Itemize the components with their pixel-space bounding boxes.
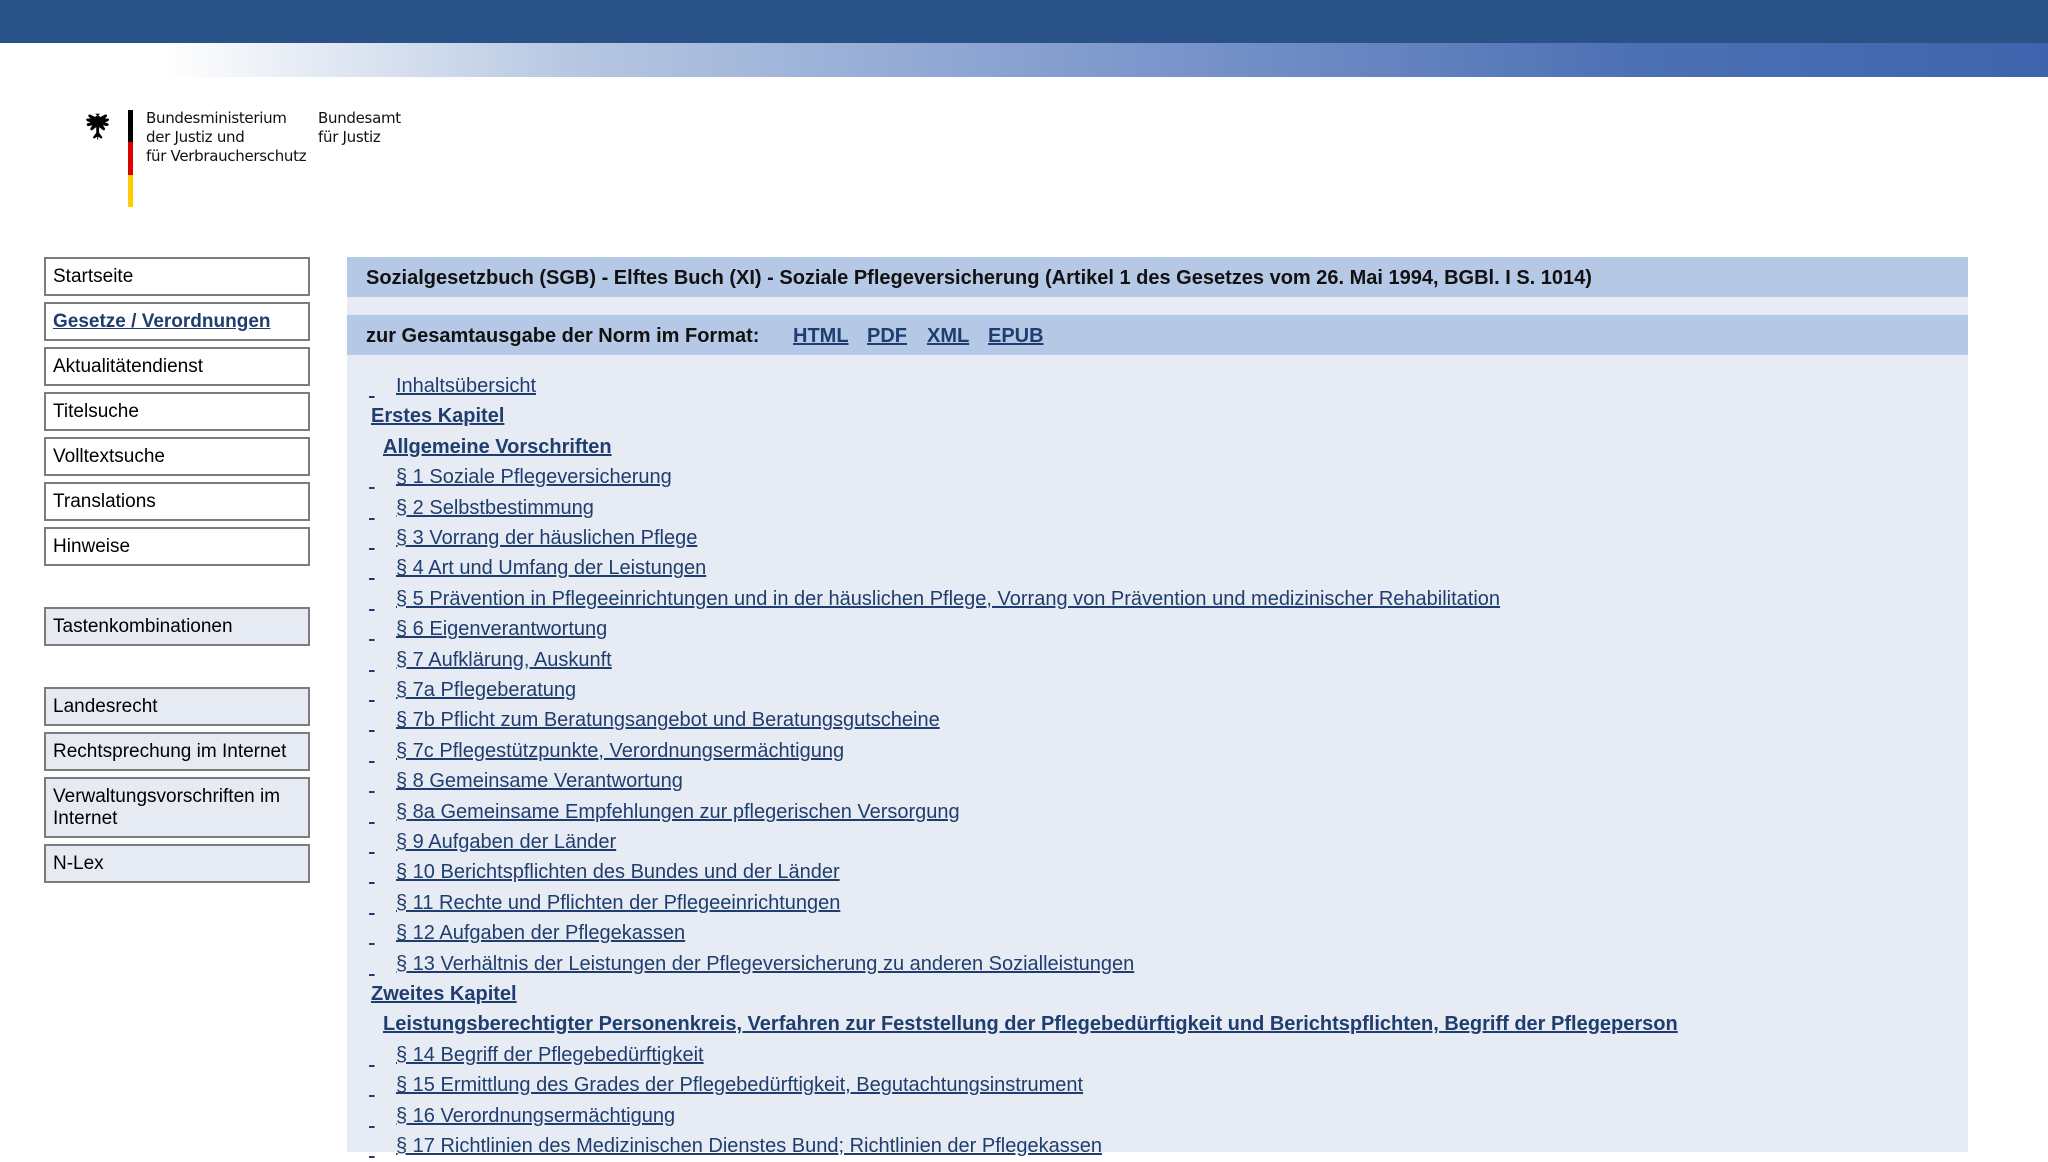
nav-item-landesrecht[interactable]: Landesrecht: [44, 687, 310, 726]
toc-item-link[interactable]: § 15 Ermittlung des Grades der Pflegebed…: [396, 1072, 1083, 1098]
toc-item-marker: [369, 1106, 375, 1132]
toc-item-marker: [369, 1136, 375, 1162]
ministry-line-3: für Verbraucherschutz: [146, 147, 307, 165]
toc-item-link[interactable]: § 2 Selbstbestimmung: [396, 495, 594, 521]
format-link-html[interactable]: HTML: [793, 325, 849, 348]
nav-item-n-lex[interactable]: N-Lex: [44, 844, 310, 883]
nav-item-volltextsuche[interactable]: Volltextsuche: [44, 437, 310, 476]
toc-item-link[interactable]: § 3 Vorrang der häuslichen Pflege: [396, 525, 697, 551]
toc-item-link[interactable]: § 8 Gemeinsame Verantwortung: [396, 768, 683, 794]
toc-item-marker: [369, 376, 375, 402]
toc-item-marker: [369, 589, 375, 615]
toc-item-marker: [369, 771, 375, 797]
toc-item-link[interactable]: § 4 Art und Umfang der Leistungen: [396, 555, 706, 581]
main-content: Sozialgesetzbuch (SGB) - Elftes Buch (XI…: [347, 257, 1968, 1157]
toc-item-marker: [369, 1045, 375, 1071]
toc-item-link[interactable]: § 16 Verordnungsermächtigung: [396, 1103, 675, 1129]
page-title: Sozialgesetzbuch (SGB) - Elftes Buch (XI…: [366, 267, 1592, 289]
toc-item-link[interactable]: § 14 Begriff der Pflegebedürftigkeit: [396, 1042, 704, 1068]
toc-item-marker: [369, 893, 375, 919]
toc-item-link[interactable]: § 8a Gemeinsame Empfehlungen zur pfleger…: [396, 799, 960, 825]
toc-item-link[interactable]: § 1 Soziale Pflegeversicherung: [396, 464, 672, 490]
toc-item-marker: [369, 802, 375, 828]
nav-item-hinweise[interactable]: Hinweise: [44, 527, 310, 566]
toc-chapter-link[interactable]: Erstes Kapitel: [371, 403, 504, 429]
toc-item-link[interactable]: § 11 Rechte und Pflichten der Pflegeeinr…: [396, 890, 840, 916]
nav-item-aktualitaetendienst[interactable]: Aktualitätendienst: [44, 347, 310, 386]
nav-item-verwaltungsvorschriften[interactable]: Verwaltungsvorschriften im Internet: [44, 777, 310, 838]
format-label: zur Gesamtausgabe der Norm im Format:: [366, 325, 760, 347]
nav-item-titelsuche[interactable]: Titelsuche: [44, 392, 310, 431]
federal-eagle-icon: [86, 113, 110, 140]
toc-item-marker: [369, 710, 375, 736]
toc-item-link[interactable]: § 7 Aufklärung, Auskunft: [396, 647, 612, 673]
toc-item-link[interactable]: § 7a Pflegeberatung: [396, 677, 576, 703]
toc-section-link[interactable]: Allgemeine Vorschriften: [383, 434, 612, 460]
toc-item-marker: [369, 741, 375, 767]
format-bar: zur Gesamtausgabe der Norm im Format: HT…: [347, 315, 1968, 355]
toc-item-marker: [369, 528, 375, 554]
toc-item-marker: [369, 1075, 375, 1101]
format-link-epub[interactable]: EPUB: [988, 325, 1044, 348]
toc-item-link[interactable]: § 10 Berichtspflichten des Bundes und de…: [396, 859, 840, 885]
nav-item-tastenkombinationen[interactable]: Tastenkombinationen: [44, 607, 310, 646]
law-title-bar: Sozialgesetzbuch (SGB) - Elftes Buch (XI…: [347, 257, 1968, 297]
toc-item-marker: [369, 558, 375, 584]
toc-item-marker: [369, 498, 375, 524]
toc-item-marker: [369, 862, 375, 888]
gradient-banner: [0, 43, 2048, 77]
office-line-2: für Justiz: [318, 128, 381, 146]
toc-item-link[interactable]: § 7c Pflegestützpunkte, Verordnungsermäc…: [396, 738, 844, 764]
ministry-name: Bundesministerium der Justiz und für Ver…: [146, 109, 307, 166]
toc-item-link[interactable]: Inhaltsübersicht: [396, 373, 536, 399]
toc-item-link[interactable]: § 17 Richtlinien des Medizinischen Diens…: [396, 1133, 1102, 1159]
ministry-logo[interactable]: Bundesministerium der Justiz und für Ver…: [82, 108, 412, 212]
ministry-line-2: der Justiz und: [146, 128, 245, 146]
toc-item-marker: [369, 954, 375, 980]
office-line-1: Bundesamt: [318, 109, 401, 127]
office-name: Bundesamt für Justiz: [318, 109, 401, 147]
toc-item-marker: [369, 650, 375, 676]
toc-chapter-link[interactable]: Zweites Kapitel: [371, 981, 517, 1007]
toc-item-link[interactable]: § 9 Aufgaben der Länder: [396, 829, 616, 855]
toc-item-marker: [369, 832, 375, 858]
german-flag-stripe: [128, 110, 133, 208]
toc-item-marker: [369, 923, 375, 949]
toc-item-marker: [369, 680, 375, 706]
toc-item-link[interactable]: § 6 Eigenverantwortung: [396, 616, 607, 642]
nav-item-gesetze-verordnungen[interactable]: Gesetze / Verordnungen: [44, 302, 310, 341]
toc-item-link[interactable]: § 13 Verhältnis der Leistungen der Pfleg…: [396, 951, 1134, 977]
nav-item-translations[interactable]: Translations: [44, 482, 310, 521]
toc-item-marker: [369, 467, 375, 493]
top-banner: [0, 0, 2048, 43]
toc-item-link[interactable]: § 5 Prävention in Pflegeeinrichtungen un…: [396, 586, 1500, 612]
nav-item-rechtsprechung[interactable]: Rechtsprechung im Internet: [44, 732, 310, 771]
format-link-pdf[interactable]: PDF: [867, 325, 907, 348]
toc-section-link[interactable]: Leistungsberechtigter Personenkreis, Ver…: [383, 1011, 1678, 1037]
toc-item-link[interactable]: § 12 Aufgaben der Pflegekassen: [396, 920, 685, 946]
nav-item-startseite[interactable]: Startseite: [44, 257, 310, 296]
toc-item-marker: [369, 619, 375, 645]
toc-item-link[interactable]: § 7b Pflicht zum Beratungsangebot und Be…: [396, 707, 940, 733]
ministry-line-1: Bundesministerium: [146, 109, 287, 127]
format-link-xml[interactable]: XML: [927, 325, 969, 348]
